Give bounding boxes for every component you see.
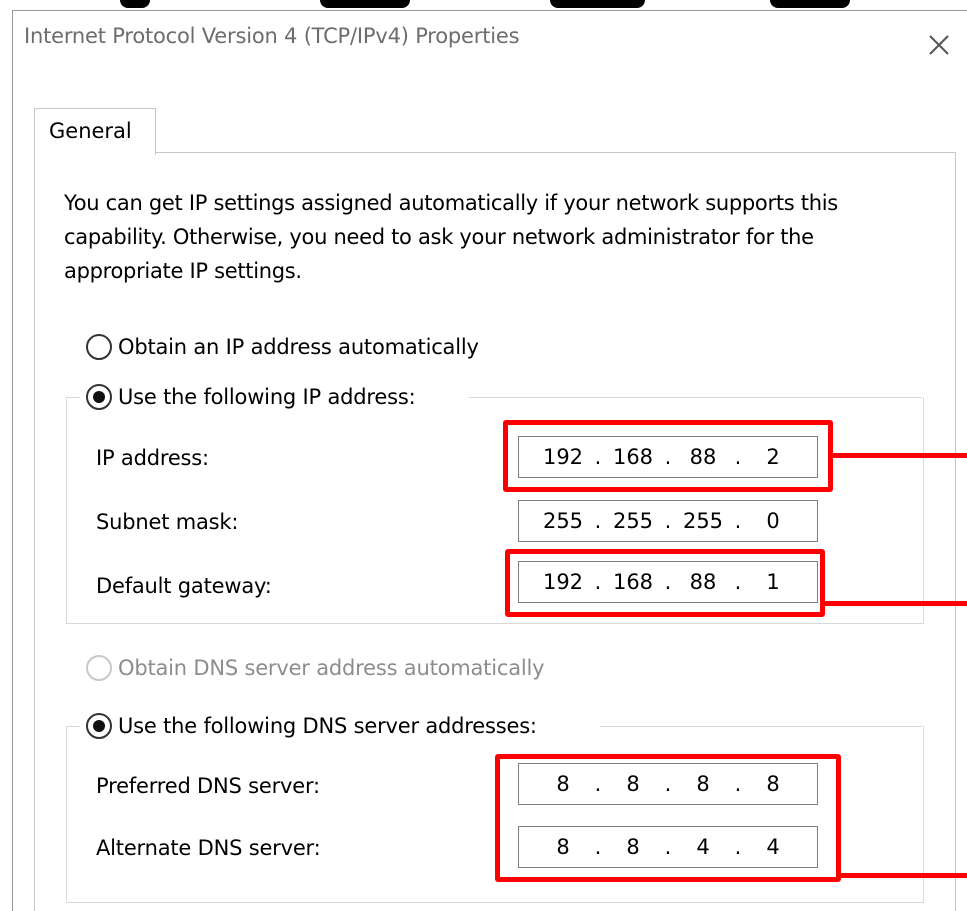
group-border: [66, 726, 80, 727]
gateway-highlight: [505, 549, 825, 617]
obtain-ip-auto-label: Obtain an IP address automatically: [118, 335, 479, 359]
obtain-dns-auto-option: Obtain DNS server address automatically: [86, 655, 545, 681]
ip-address-label: IP address:: [96, 446, 209, 470]
ip-address-highlight: [503, 420, 833, 492]
obtain-dns-auto-label: Obtain DNS server address automatically: [118, 656, 545, 680]
dns-highlight: [495, 754, 841, 882]
octet: 255: [612, 509, 654, 533]
octet: 255: [682, 509, 724, 533]
alternate-dns-label: Alternate DNS server:: [96, 836, 321, 860]
window-title: Internet Protocol Version 4 (TCP/IPv4) P…: [24, 24, 520, 48]
group-border: [66, 397, 80, 398]
obtain-ip-auto-radio[interactable]: [86, 334, 112, 360]
use-following-dns-option[interactable]: Use the following DNS server addresses:: [86, 713, 543, 739]
ip-address-pointer: [833, 453, 967, 458]
close-icon[interactable]: [922, 28, 956, 62]
octet: 0: [766, 509, 780, 533]
default-gateway-label: Default gateway:: [96, 574, 272, 598]
octet: 255: [542, 509, 584, 533]
tab-general-label: General: [49, 119, 132, 143]
tab-general[interactable]: General: [34, 108, 156, 155]
use-following-dns-label: Use the following DNS server addresses:: [118, 714, 537, 738]
group-border: [600, 726, 922, 727]
use-following-ip-label: Use the following IP address:: [118, 385, 416, 409]
obtain-dns-auto-radio: [86, 655, 112, 681]
use-following-ip-radio[interactable]: [86, 384, 112, 410]
use-following-ip-option[interactable]: Use the following IP address:: [86, 384, 422, 410]
intro-text: You can get IP settings assigned automat…: [64, 191, 838, 283]
subnet-mask-field[interactable]: 255. 255. 255. 0: [518, 500, 818, 542]
subnet-mask-label: Subnet mask:: [96, 510, 239, 534]
dns-pointer: [841, 873, 967, 878]
use-following-dns-radio[interactable]: [86, 713, 112, 739]
group-border: [468, 397, 922, 398]
gateway-pointer: [825, 601, 967, 606]
obtain-ip-auto-option[interactable]: Obtain an IP address automatically: [86, 334, 479, 360]
preferred-dns-label: Preferred DNS server:: [96, 774, 320, 798]
cropped-top-text: [0, 0, 967, 10]
